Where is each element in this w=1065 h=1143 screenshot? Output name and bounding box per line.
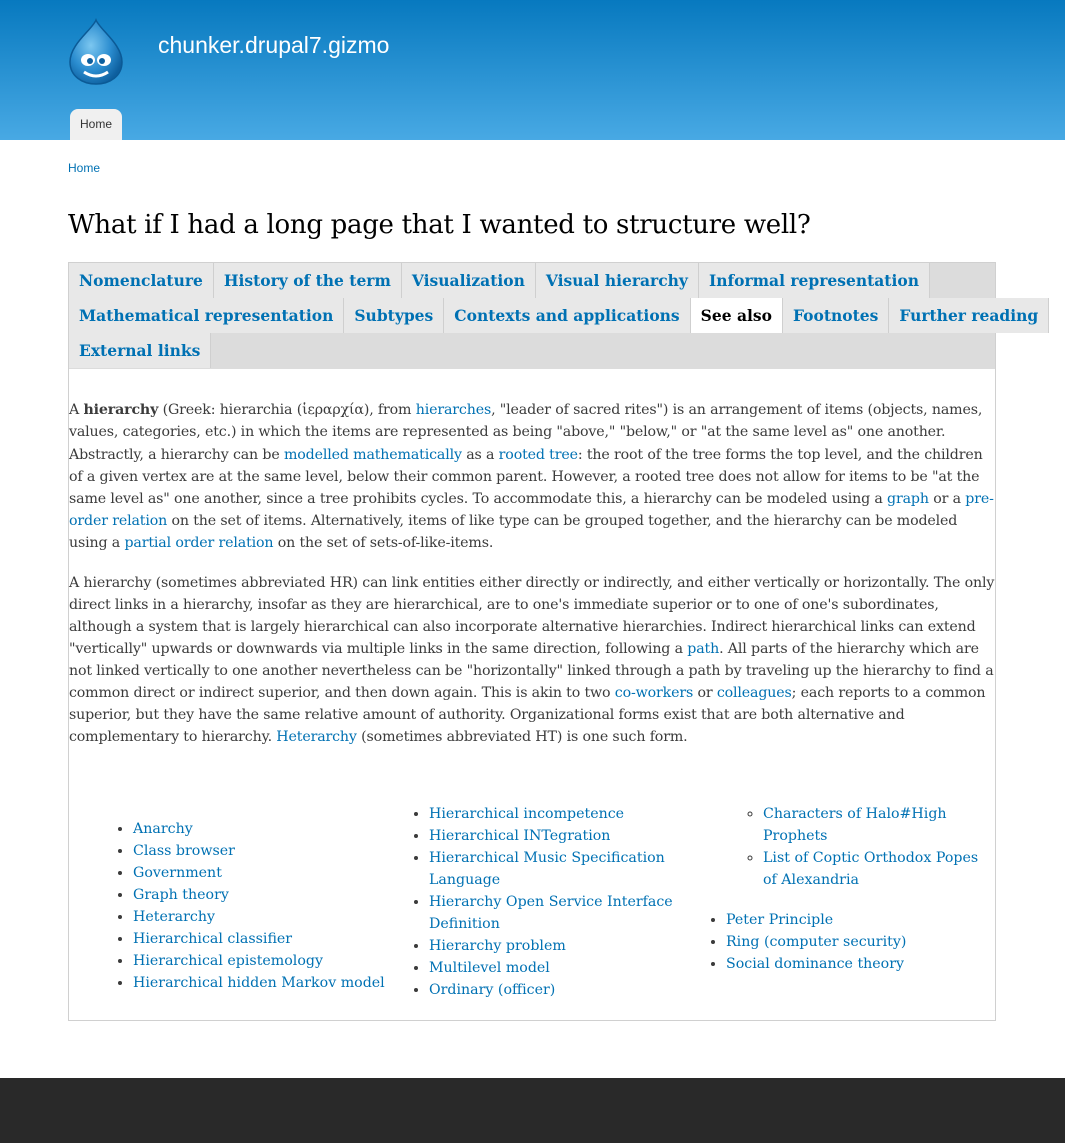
see-also-link-hierarchical-epistemology[interactable]: Hierarchical epistemology [133,953,323,969]
list-item: Social dominance theory [726,953,986,975]
text: as a [461,447,499,463]
tab-visual-hierarchy[interactable]: Visual hierarchy [535,263,699,298]
link-rooted-tree[interactable]: rooted tree [499,447,578,463]
see-also-link-characters-of-halo-high-prophets[interactable]: Characters of Halo#High Prophets [763,806,947,844]
list-item: Hierarchical INTegration [429,825,689,847]
tab-further-reading[interactable]: Further reading [889,298,1050,333]
text: (Greek: hierarchia (ἱεραρχία), from [158,402,416,418]
see-also-link-class-browser[interactable]: Class browser [133,843,235,859]
link-hierarches[interactable]: hierarches [416,402,492,418]
menu-item-home[interactable]: Home [70,109,123,140]
paragraph-abstract: Abstractly, a hierarchy can be modelled … [69,444,997,554]
list-item: List of Coptic Orthodox Popes of Alexand… [763,847,983,891]
see-also-link-hierarchical-hidden-markov-model[interactable]: Hierarchical hidden Markov model [133,975,385,991]
list-item: Hierarchical hidden Markov model [133,972,393,994]
tab-row: External links [69,333,995,368]
paragraph-links: A hierarchy (sometimes abbreviated HR) c… [69,572,997,748]
list-item: Multilevel model [429,957,689,979]
see-also-column-3: Peter Principle Ring (computer security) S… [726,909,986,975]
site-name[interactable]: chunker.drupal7.gizmo [158,32,389,59]
see-also-link-hierarchical-classifier[interactable]: Hierarchical classifier [133,931,292,947]
link-partial-order-relation[interactable]: partial order relation [124,535,273,551]
tab-visualization[interactable]: Visualization [401,263,536,298]
list-item: Ring (computer security) [726,931,986,953]
see-also-column-1: Anarchy Class browser Government Graph theo… [133,818,393,994]
link-colleagues[interactable]: colleagues [717,685,792,701]
see-also-link-list-of-coptic-orthodox-popes-of-alexandria[interactable]: List of Coptic Orthodox Popes of Alexand… [763,850,978,888]
see-also-link-hierarchical-integration[interactable]: Hierarchical INTegration [429,828,610,844]
text: on the set of sets-of-like-items. [273,535,494,551]
text: A [69,402,84,418]
list-item: Anarchy [133,818,393,840]
list-item: Hierarchical incompetence [429,803,689,825]
site-header: chunker.drupal7.gizmo Home [0,0,1065,140]
tab-bar: Nomenclature History of the term Visualiza… [69,263,1050,369]
breadcrumb-home-link[interactable]: Home [68,161,100,175]
text: (sometimes abbreviated HT) is one such f… [356,729,688,745]
list-item: Ordinary (officer) [429,979,689,1001]
list-item: Hierarchical epistemology [133,950,393,972]
list-item: Hierarchical classifier [133,928,393,950]
list-item: Hierarchy Open Service Interface Definit… [429,891,689,935]
tab-see-also[interactable]: See also [690,298,783,333]
list-item: Hierarchy problem [429,935,689,957]
see-also-link-hierarchy-problem[interactable]: Hierarchy problem [429,938,566,954]
see-also-link-heterarchy[interactable]: Heterarchy [133,909,215,925]
text: or a [928,491,966,507]
see-also-link-hierarchical-incompetence[interactable]: Hierarchical incompetence [429,806,624,822]
list-item: Peter Principle [726,909,986,931]
bold-term: hierarchy [83,402,159,418]
list-item: Heterarchy [133,906,393,928]
tab-informal-representation[interactable]: Informal representation [698,263,930,298]
see-also-link-hierarchical-music-specification-language[interactable]: Hierarchical Music Specification Languag… [429,850,665,888]
content-box: Nomenclature History of the term Visualiza… [68,262,1050,1021]
tab-row: Mathematical representation Subtypes Conte… [69,298,1050,333]
tab-history-of-the-term[interactable]: History of the term [213,263,402,298]
tab-nomenclature[interactable]: Nomenclature [69,263,214,298]
see-also-link-government[interactable]: Government [133,865,222,881]
drupal-logo-icon[interactable] [66,17,126,86]
page-title: What if I had a long page that I wanted … [68,210,811,240]
text: or [693,685,717,701]
link-graph[interactable]: graph [887,491,929,507]
breadcrumb: Home [68,161,100,175]
tab-row: Nomenclature History of the term Visualiza… [69,263,995,298]
see-also-link-hierarchy-open-service-interface-definition[interactable]: Hierarchy Open Service Interface Definit… [429,894,673,932]
tab-contexts-and-applications[interactable]: Contexts and applications [444,298,691,333]
list-item: Graph theory [133,884,393,906]
tab-subtypes[interactable]: Subtypes [344,298,445,333]
tab-external-links[interactable]: External links [69,333,212,368]
see-also-link-anarchy[interactable]: Anarchy [133,821,193,837]
text: Abstractly, a hierarchy can be [69,447,284,463]
see-also-link-peter-principle[interactable]: Peter Principle [726,912,833,928]
list-item: Characters of Halo#High Prophets [763,803,983,847]
list-item: Government [133,862,393,884]
list-item: Class browser [133,840,393,862]
paragraph-intro: A hierarchy (Greek: hierarchia (ἱεραρχία… [69,399,997,443]
list-item: Hierarchical Music Specification Languag… [429,847,689,891]
tab-mathematical-representation[interactable]: Mathematical representation [69,298,345,333]
see-also-link-multilevel-model[interactable]: Multilevel model [429,960,550,976]
see-also-column-3-sublist: Characters of Halo#High Prophets List of … [763,803,983,891]
see-also-link-ordinary-officer[interactable]: Ordinary (officer) [429,982,555,998]
see-also-link-social-dominance-theory[interactable]: Social dominance theory [726,956,904,972]
site-footer [0,1078,1065,1143]
link-path[interactable]: path [687,641,719,657]
link-modelled-mathematically[interactable]: modelled mathematically [284,447,462,463]
link-co-workers[interactable]: co-workers [615,685,693,701]
link-heterarchy[interactable]: Heterarchy [276,729,357,745]
see-also-link-ring-computer-security[interactable]: Ring (computer security) [726,934,906,950]
see-also-column-2: Hierarchical incompetence Hierarchical IN… [429,803,689,1001]
tab-footnotes[interactable]: Footnotes [782,298,890,333]
see-also-link-graph-theory[interactable]: Graph theory [133,887,229,903]
